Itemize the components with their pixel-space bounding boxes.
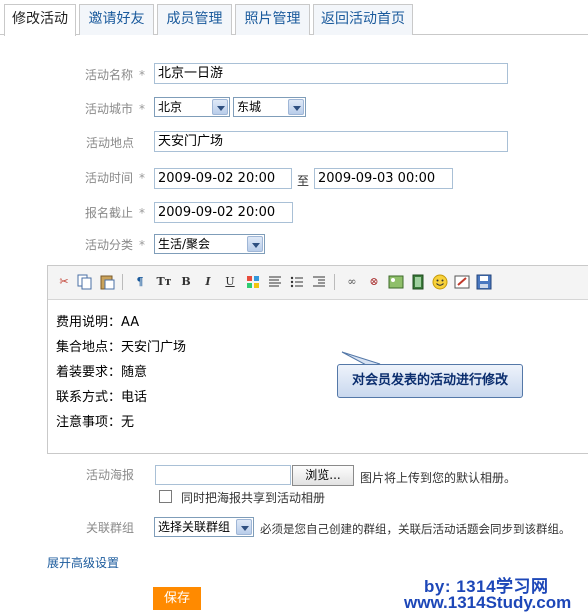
underline-icon[interactable]: U xyxy=(222,274,238,290)
editor-toolbar: ✂ ¶ Tт B I U ∞ ⊗ xyxy=(48,266,588,300)
tab-photo-management[interactable]: 照片管理 xyxy=(235,4,310,35)
city-label: 活动城市 * xyxy=(84,102,145,116)
start-time-input[interactable]: 2009-09-02 20:00 xyxy=(154,168,292,189)
group-select[interactable]: 选择关联群组 xyxy=(154,517,254,537)
font-size-icon[interactable]: Tт xyxy=(156,274,172,290)
tab-bar: 修改活动 邀请好友 成员管理 照片管理 返回活动首页 xyxy=(0,0,588,36)
save-icon[interactable] xyxy=(476,274,492,290)
browse-button[interactable]: 浏览... xyxy=(292,465,354,486)
advanced-settings-link[interactable]: 展开高级设置 xyxy=(47,554,119,571)
bold-icon[interactable]: B xyxy=(178,274,194,290)
color-icon[interactable] xyxy=(245,274,261,290)
tab-invite-friends[interactable]: 邀请好友 xyxy=(79,4,154,35)
unlink-icon[interactable]: ⊗ xyxy=(366,274,382,290)
save-button[interactable]: 保存 xyxy=(153,587,201,610)
category-select[interactable]: 生活/聚会 xyxy=(154,234,265,254)
italic-icon[interactable]: I xyxy=(200,274,216,290)
paste-icon[interactable] xyxy=(99,274,115,290)
city-select[interactable]: 北京 xyxy=(154,97,230,117)
time-separator: 至 xyxy=(297,174,310,188)
chevron-down-icon xyxy=(236,519,252,535)
tab-back-to-home[interactable]: 返回活动首页 xyxy=(313,4,413,35)
content-line: 集合地点：天安门广场 xyxy=(56,340,187,355)
content-line: 着装要求：随意 xyxy=(56,365,148,380)
group-hint: 必须是您自己创建的群组，关联后活动话题会同步到该群组。 xyxy=(260,522,571,536)
share-poster-label: 同时把海报共享到活动相册 xyxy=(181,491,326,505)
chevron-down-icon xyxy=(212,99,228,115)
poster-file-input[interactable] xyxy=(155,465,291,485)
activity-place-input[interactable]: 天安门广场 xyxy=(154,131,508,152)
deadline-label: 报名截止 * xyxy=(84,206,145,220)
district-select[interactable]: 东城 xyxy=(233,97,306,117)
emoticon-icon[interactable] xyxy=(432,274,448,290)
list-icon[interactable] xyxy=(289,274,305,290)
share-poster-checkbox[interactable] xyxy=(159,490,172,503)
indent-icon[interactable] xyxy=(311,274,327,290)
link-icon[interactable]: ∞ xyxy=(344,274,360,290)
tab-edit-activity[interactable]: 修改活动 xyxy=(4,4,76,36)
rich-text-editor[interactable]: ✂ ¶ Tт B I U ∞ ⊗ 费用说明：AA 集合地点：天安门广场 着装要求… xyxy=(47,265,588,454)
name-label: 活动名称 * xyxy=(84,68,145,82)
annotation-callout: 对会员发表的活动进行修改 xyxy=(337,364,523,398)
group-label: 关联群组 xyxy=(85,521,134,535)
poster-hint: 图片将上传到您的默认相册。 xyxy=(360,471,517,485)
image-icon[interactable] xyxy=(388,274,404,290)
poster-label: 活动海报 xyxy=(85,468,134,482)
chevron-down-icon xyxy=(288,99,304,115)
time-label: 活动时间 * xyxy=(84,171,145,185)
place-label: 活动地点 xyxy=(85,136,134,150)
content-line: 费用说明：AA xyxy=(56,315,140,330)
chevron-down-icon xyxy=(247,236,263,252)
tab-member-management[interactable]: 成员管理 xyxy=(157,4,232,35)
copy-icon[interactable] xyxy=(77,274,93,290)
format-icon[interactable]: ¶ xyxy=(132,274,148,290)
align-icon[interactable] xyxy=(267,274,283,290)
content-line: 联系方式：电话 xyxy=(56,390,148,405)
content-line: 注意事项：无 xyxy=(56,415,135,430)
deadline-input[interactable]: 2009-09-02 20:00 xyxy=(154,202,293,223)
edit-icon[interactable] xyxy=(454,274,470,290)
cut-icon[interactable]: ✂ xyxy=(56,274,72,290)
editor-content[interactable]: 费用说明：AA 集合地点：天安门广场 着装要求：随意 联系方式：电话 注意事项：… xyxy=(56,310,186,435)
watermark-url: www.1314Study.com xyxy=(404,593,572,612)
end-time-input[interactable]: 2009-09-03 00:00 xyxy=(314,168,453,189)
category-label: 活动分类 * xyxy=(84,238,145,252)
activity-name-input[interactable]: 北京一日游 xyxy=(154,63,508,84)
video-icon[interactable] xyxy=(410,274,426,290)
